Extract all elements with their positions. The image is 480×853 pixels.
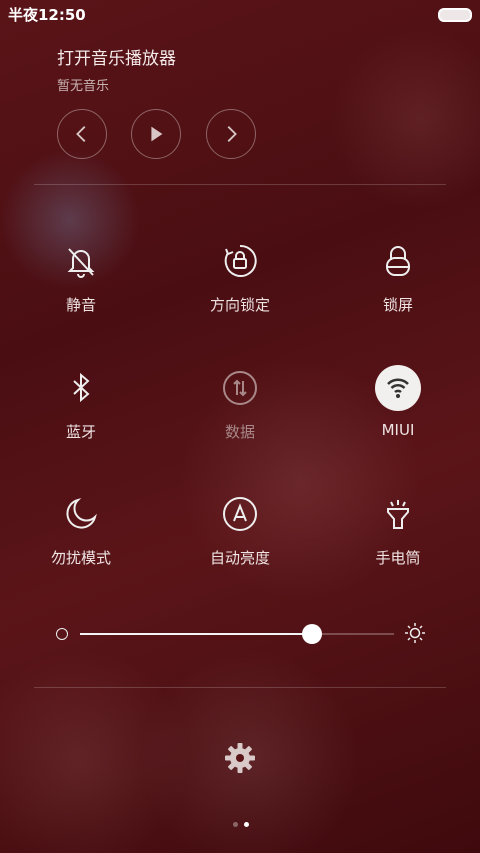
moon-icon — [58, 491, 104, 537]
brightness-high-icon — [405, 623, 425, 643]
status-bar: 半夜12:50 — [0, 0, 480, 28]
toggle-label: 勿扰模式 — [50, 549, 111, 567]
play-icon — [151, 126, 163, 142]
next-button[interactable] — [206, 109, 256, 159]
toggle-do-not-disturb[interactable]: 勿扰模式 — [11, 491, 151, 568]
toggle-label: 数据 — [224, 423, 255, 441]
page-indicator — [230, 812, 252, 831]
toggle-wifi[interactable]: MIUI — [328, 365, 468, 439]
toggle-bluetooth[interactable]: 蓝牙 — [11, 365, 151, 442]
divider — [34, 687, 446, 688]
toggle-auto-brightness[interactable]: 自动亮度 — [170, 491, 310, 568]
chevron-right-icon — [227, 126, 237, 142]
toggle-label: MIUI — [381, 421, 415, 439]
brightness-low-icon — [56, 628, 68, 640]
music-player[interactable]: 打开音乐播放器 暂无音乐 — [57, 44, 176, 94]
play-button[interactable] — [131, 109, 181, 159]
toggle-rotation-lock[interactable]: 方向锁定 — [170, 238, 310, 315]
lock-icon — [375, 238, 421, 284]
flashlight-icon — [375, 491, 421, 537]
auto-brightness-icon — [217, 491, 263, 537]
mobile-data-icon — [217, 365, 263, 411]
battery-icon — [438, 8, 472, 22]
toggle-mobile-data[interactable]: 数据 — [170, 365, 310, 442]
wifi-icon — [375, 365, 421, 411]
divider — [34, 184, 446, 185]
toggle-label: 锁屏 — [382, 296, 413, 314]
brightness-slider[interactable] — [56, 623, 426, 644]
toggle-flashlight[interactable]: 手电筒 — [328, 491, 468, 568]
rotation-lock-icon — [217, 238, 263, 284]
bluetooth-icon — [58, 365, 104, 411]
toggle-label: 静音 — [65, 296, 96, 314]
toggle-label: 方向锁定 — [209, 296, 270, 314]
brightness-fill — [80, 633, 313, 635]
bell-off-icon — [58, 238, 104, 284]
page-dot — [244, 822, 249, 827]
toggle-label: 手电筒 — [375, 549, 421, 567]
chevron-left-icon — [76, 126, 86, 142]
music-title[interactable]: 打开音乐播放器 — [57, 44, 176, 69]
toggle-lock-screen[interactable]: 锁屏 — [328, 238, 468, 315]
previous-button[interactable] — [57, 109, 107, 159]
music-subtitle: 暂无音乐 — [57, 79, 110, 94]
brightness-thumb[interactable] — [302, 624, 323, 644]
toggle-label: 自动亮度 — [209, 549, 270, 567]
page-dot — [233, 822, 238, 827]
settings-gear-icon[interactable] — [222, 740, 258, 776]
toggle-label: 蓝牙 — [65, 423, 96, 441]
brightness-track[interactable] — [80, 624, 394, 644]
status-time: 半夜12:50 — [8, 6, 86, 24]
toggle-silent[interactable]: 静音 — [11, 238, 151, 315]
